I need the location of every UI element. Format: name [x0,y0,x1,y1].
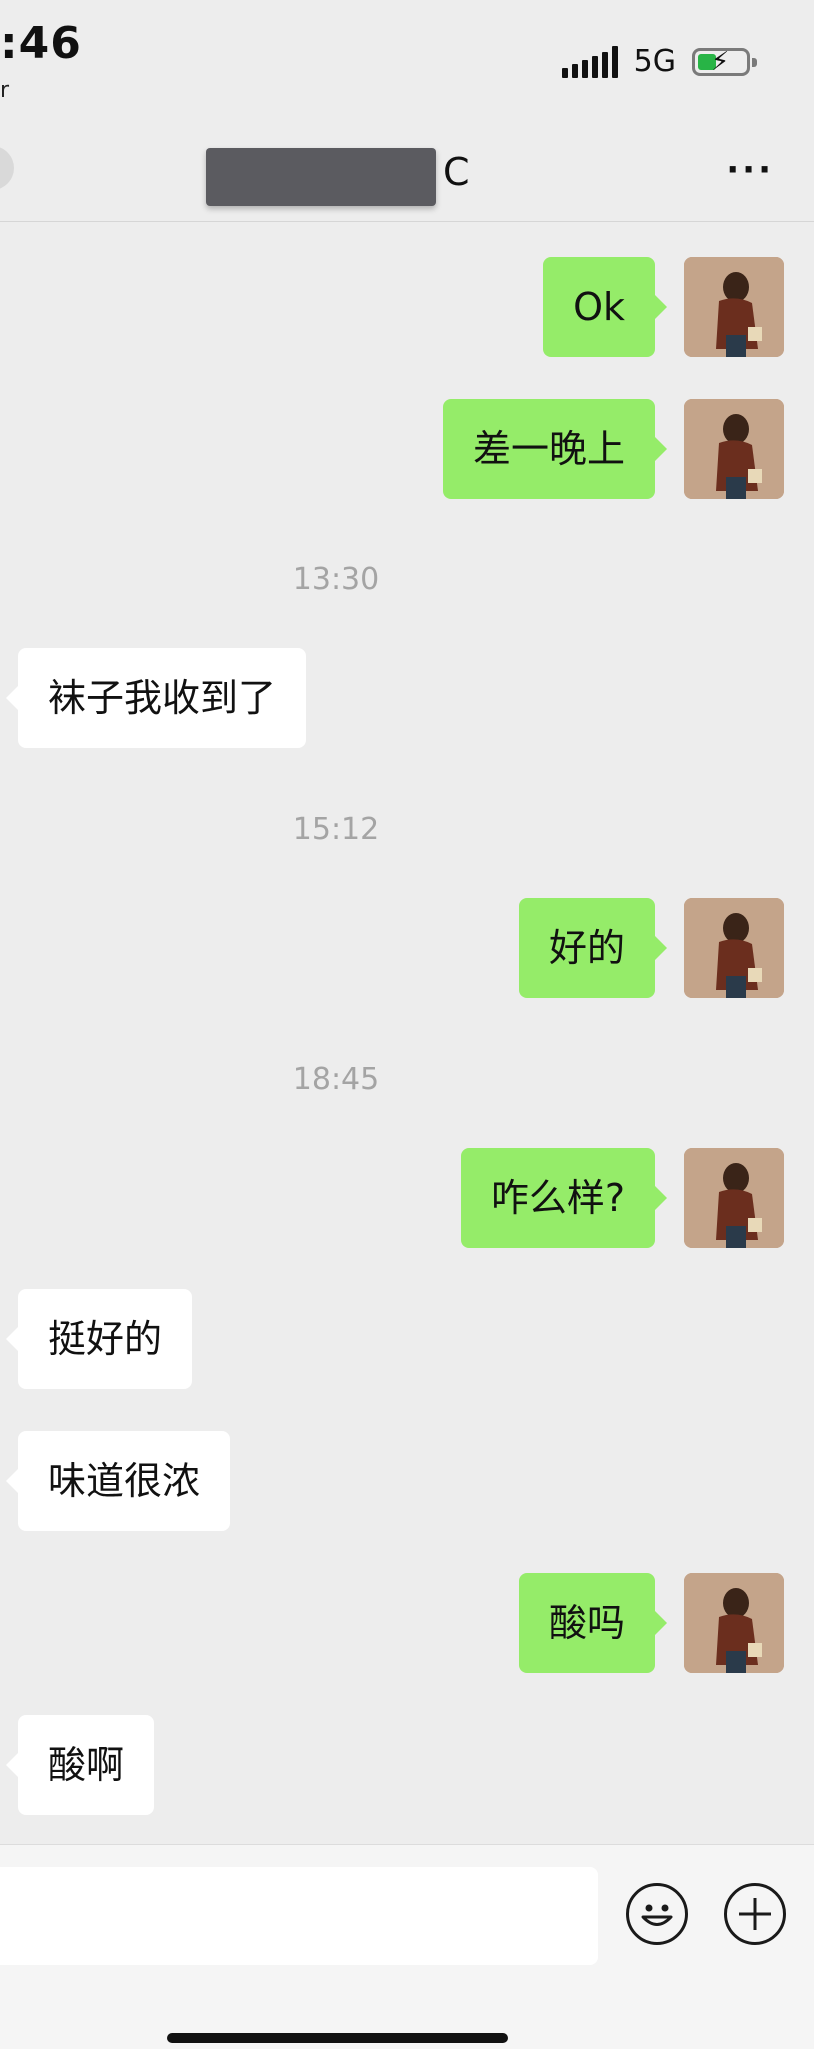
message-row-in: 挺好的 [0,1289,814,1389]
timestamp-label: 18:45 [292,1062,380,1097]
message-row-out: 咋么样? [0,1148,814,1248]
timestamp-label: 13:30 [292,562,380,597]
message-input[interactable] [0,1867,598,1965]
outgoing-message-bubble[interactable]: 差一晚上 [442,399,668,499]
message-row-in: 味道很浓 [0,1431,814,1531]
outgoing-message-bubble[interactable]: 好的 [518,898,668,998]
message-row-in: 酸啊 [0,1715,814,1815]
message-row-out: 酸吗 [0,1573,814,1673]
home-indicator [167,2033,508,2043]
message-row-in: 袜子我收到了 [0,648,814,748]
outgoing-message-bubble[interactable]: Ok [543,257,667,357]
status-sub-text: r [0,78,10,103]
network-type: 5G [633,44,676,79]
avatar[interactable] [684,257,784,357]
more-dots-icon[interactable]: ··· [726,153,774,187]
incoming-message-bubble[interactable]: 挺好的 [5,1289,193,1389]
status-time: :46 [0,18,82,69]
message-row-out: Ok [0,257,814,357]
avatar[interactable] [684,898,784,998]
incoming-message-bubble[interactable]: 袜子我收到了 [5,648,307,748]
message-row-out: 差一晚上 [0,399,814,499]
plus-icon[interactable] [724,1883,786,1945]
back-button[interactable] [0,146,14,190]
message-row-out: 好的 [0,898,814,998]
chat-header: C ··· [0,130,814,222]
message-list[interactable]: Ok 差一晚上 13:30 袜子我收到了 15:12 好的 18:45 咋么样?… [0,222,814,1844]
avatar[interactable] [684,1573,784,1673]
redacted-contact-name [206,148,436,206]
incoming-message-bubble[interactable]: 酸啊 [5,1715,155,1815]
outgoing-message-bubble[interactable]: 咋么样? [460,1148,668,1248]
avatar[interactable] [684,1148,784,1248]
chat-title-suffix: C [443,150,470,194]
outgoing-message-bubble[interactable]: 酸吗 [518,1573,668,1673]
input-bar [0,1844,814,2049]
incoming-message-bubble[interactable]: 味道很浓 [5,1431,231,1531]
avatar[interactable] [684,399,784,499]
emoji-icon[interactable] [626,1883,688,1945]
battery-charging-icon: ⚡ [692,47,757,76]
timestamp-label: 15:12 [292,812,380,847]
status-indicators: 5G ⚡ [561,44,757,79]
signal-bars-icon [561,45,618,78]
